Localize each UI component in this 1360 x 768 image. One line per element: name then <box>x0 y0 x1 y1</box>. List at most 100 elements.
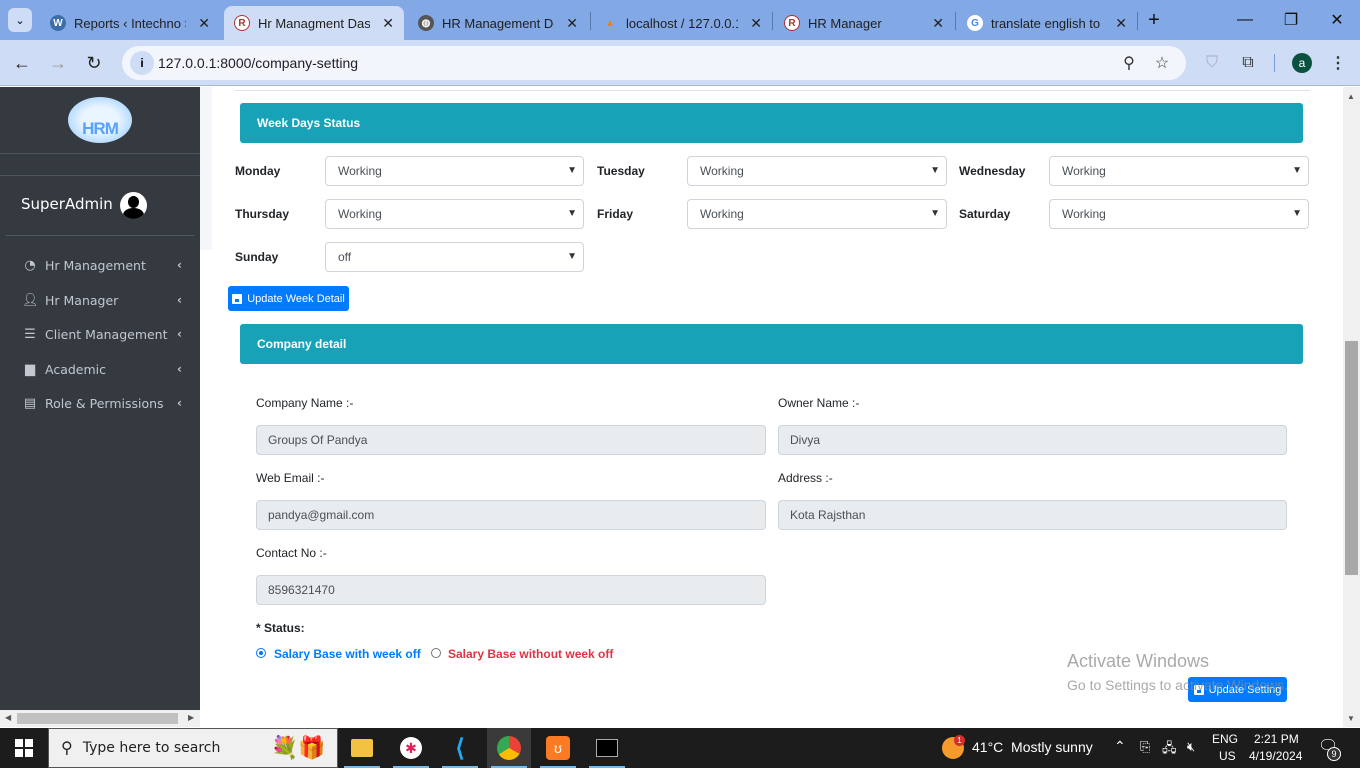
xampp-app[interactable]: ʊ <box>536 728 580 768</box>
address-input[interactable]: Kota Rajsthan <box>778 500 1287 530</box>
chevron-up-icon[interactable]: ⌃ <box>1114 738 1126 755</box>
tachometer-icon: ◔ <box>24 257 36 273</box>
scroll-right-arrow-icon[interactable]: ▶ <box>188 713 194 722</box>
phpmyadmin-icon: ▲ <box>605 17 615 29</box>
browser-tab-bar: ⌄ W Reports ‹ Intechno So ✕ R Hr Managme… <box>0 0 1360 40</box>
saturday-select[interactable]: Working ▼ <box>1049 199 1309 229</box>
chrome-app[interactable] <box>487 728 531 768</box>
chevron-left-icon: ‹ <box>177 396 182 410</box>
tab-separator <box>772 12 773 30</box>
profile-avatar[interactable]: a <box>1292 53 1312 73</box>
zoom-icon[interactable]: ⚲ <box>1116 50 1142 76</box>
vscode-app[interactable]: ⟨ <box>438 728 482 768</box>
hr-logo-icon: R <box>234 15 250 31</box>
language-eng[interactable]: ENG <box>1212 732 1238 746</box>
minimize-icon: — <box>1237 11 1253 28</box>
close-window-button[interactable]: ✕ <box>1314 6 1360 34</box>
tab-reports[interactable]: W Reports ‹ Intechno So ✕ <box>40 6 220 40</box>
salary-with-week-off-radio[interactable] <box>256 648 266 658</box>
address-bar[interactable]: i 127.0.0.1:8000/company-setting ⚲ ☆ <box>122 46 1186 80</box>
volume-muted-icon[interactable]: 🔇︎ <box>1187 739 1195 755</box>
sidebar-item-academic[interactable]: ▆ Academic ‹ <box>0 354 200 384</box>
site-info-icon[interactable]: i <box>130 51 154 75</box>
menu-kebab-icon[interactable]: ⋮ <box>1325 50 1351 76</box>
minimize-button[interactable]: — <box>1222 6 1268 34</box>
sunday-select[interactable]: off ▼ <box>325 242 584 272</box>
shield-extension-icon[interactable]: ⛉ <box>1199 50 1225 76</box>
tuesday-select[interactable]: Working ▼ <box>687 156 947 186</box>
update-week-detail-button[interactable]: Update Week Detail <box>228 286 349 311</box>
close-tab-icon[interactable]: ✕ <box>932 15 944 32</box>
tab-hr-managment-dash[interactable]: R Hr Managment Dash ✕ <box>224 6 404 40</box>
scrollbar-thumb[interactable] <box>1345 341 1358 575</box>
url-text[interactable]: 127.0.0.1:8000/company-setting <box>158 55 358 71</box>
tab-search-button[interactable]: ⌄ <box>8 8 32 32</box>
tab-separator <box>955 12 956 30</box>
file-explorer-app[interactable] <box>340 728 384 768</box>
chevron-down-icon: ▼ <box>567 165 577 176</box>
tab-translate[interactable]: G translate english to h ✕ <box>957 6 1137 40</box>
start-button[interactable] <box>0 728 48 768</box>
sidebar-item-client-management[interactable]: ☰ Client Management ‹ <box>0 319 200 349</box>
list-alt-icon: ▤ <box>23 395 37 411</box>
meet-now-icon[interactable]: ⎘ <box>1140 739 1150 755</box>
windows-taskbar: ⚲ Type here to search 💐🎁 ✱ ⟨ ʊ 1 41°C Mo… <box>0 728 1360 768</box>
scrollbar-thumb[interactable] <box>17 713 178 724</box>
scroll-up-arrow-icon[interactable]: ▲ <box>1347 92 1355 101</box>
scroll-down-arrow-icon[interactable]: ▼ <box>1347 714 1355 723</box>
salary-without-week-off-label[interactable]: Salary Base without week off <box>448 647 613 661</box>
close-tab-icon[interactable]: ✕ <box>382 15 394 32</box>
network-icon[interactable]: 🖧︎ <box>1162 739 1177 761</box>
wednesday-select[interactable]: Working ▼ <box>1049 156 1309 186</box>
bookmark-star-icon[interactable]: ☆ <box>1149 50 1175 76</box>
restore-button[interactable]: ❐ <box>1268 6 1314 34</box>
user-avatar[interactable] <box>120 192 147 219</box>
tab-localhost[interactable]: ▲ localhost / 127.0.0.1 / ✕ <box>592 6 772 40</box>
sidebar-item-role-permissions[interactable]: ▤ Role & Permissions ‹ <box>0 388 200 418</box>
thursday-select[interactable]: Working ▼ <box>325 199 584 229</box>
taskbar-search-box[interactable]: ⚲ Type here to search 💐🎁 <box>48 728 338 768</box>
sidebar-horizontal-scrollbar[interactable]: ◀ ▶ <box>0 710 200 727</box>
chevron-down-icon: ▼ <box>1292 208 1302 219</box>
chevron-down-icon: ▼ <box>567 208 577 219</box>
close-tab-icon[interactable]: ✕ <box>566 15 578 32</box>
sidebar-item-hr-manager[interactable]: 👤︎ Hr Manager ‹ <box>0 285 200 315</box>
content-edge <box>200 87 212 250</box>
page-vertical-scrollbar[interactable]: ▲ ▼ <box>1343 87 1360 727</box>
new-tab-button[interactable]: + <box>1132 6 1176 34</box>
folder-icon <box>351 739 373 757</box>
extensions-puzzle-icon[interactable]: ⧉ <box>1235 50 1261 76</box>
brand-logo[interactable]: HRM <box>68 97 132 143</box>
scroll-left-arrow-icon[interactable]: ◀ <box>5 713 11 722</box>
tab-hr-management-do[interactable]: ◍ HR Management Do ✕ <box>408 6 588 40</box>
language-region[interactable]: US <box>1219 749 1236 763</box>
search-icon: ⚲ <box>61 740 73 757</box>
close-tab-icon[interactable]: ✕ <box>198 15 210 32</box>
owner-name-label: Owner Name :- <box>778 396 860 410</box>
tab-hr-manager[interactable]: R HR Manager ✕ <box>774 6 954 40</box>
salary-with-week-off-label[interactable]: Salary Base with week off <box>274 647 421 661</box>
contact-no-input[interactable]: 8596321470 <box>256 575 766 605</box>
monday-select[interactable]: Working ▼ <box>325 156 584 186</box>
sidebar-item-hr-management[interactable]: ◔ Hr Management ‹ <box>0 250 200 280</box>
terminal-app[interactable] <box>585 728 629 768</box>
tuesday-label: Tuesday <box>597 164 645 178</box>
back-button[interactable]: ← <box>9 50 35 76</box>
weather-text[interactable]: 41°C Mostly sunny <box>972 739 1093 755</box>
close-tab-icon[interactable]: ✕ <box>750 15 762 32</box>
clock-date[interactable]: 4/19/2024 <box>1249 749 1302 763</box>
clock-time[interactable]: 2:21 PM <box>1254 732 1299 746</box>
user-name[interactable]: SuperAdmin <box>21 195 113 213</box>
status-label: * Status: <box>256 621 305 635</box>
section-divider <box>235 90 1310 91</box>
slack-app[interactable]: ✱ <box>389 728 433 768</box>
web-email-input[interactable]: pandya@gmail.com <box>256 500 766 530</box>
friday-select[interactable]: Working ▼ <box>687 199 947 229</box>
close-tab-icon[interactable]: ✕ <box>1115 15 1127 32</box>
salary-without-week-off-radio[interactable] <box>431 648 441 658</box>
company-name-input[interactable]: Groups Of Pandya <box>256 425 766 455</box>
sidebar-divider <box>0 153 200 154</box>
reload-button[interactable]: ↻ <box>81 50 107 76</box>
forward-button[interactable]: → <box>45 50 71 76</box>
owner-name-input[interactable]: Divya <box>778 425 1287 455</box>
